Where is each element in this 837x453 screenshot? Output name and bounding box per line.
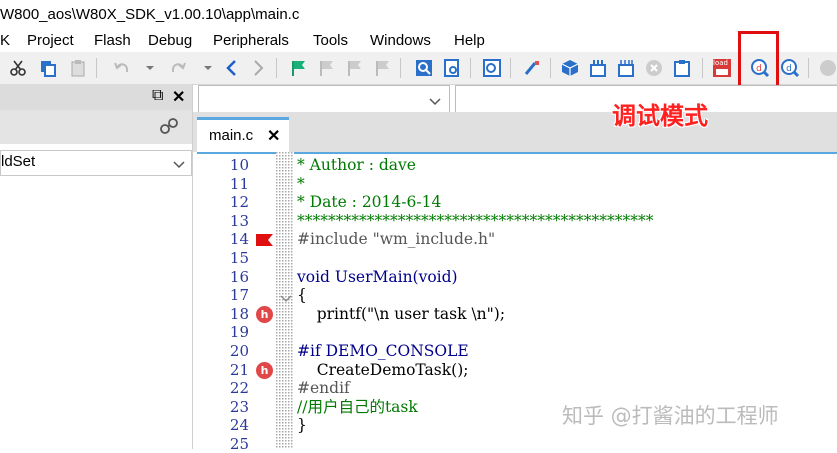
copy-icon[interactable] <box>38 58 58 78</box>
edit-wand-icon[interactable] <box>522 58 542 78</box>
toolbar-extra-icon[interactable] <box>818 58 837 78</box>
line-number: 19 <box>229 323 249 342</box>
breakpoint-icon[interactable]: h <box>256 306 273 323</box>
build-target-icon[interactable] <box>560 58 580 78</box>
menu-item-tools[interactable]: Tools <box>313 32 348 49</box>
bookmark-clear-icon[interactable] <box>372 58 392 78</box>
bookmark-flag-icon[interactable] <box>255 233 275 252</box>
bookmark-icon[interactable] <box>288 58 308 78</box>
incremental-find-icon[interactable] <box>482 58 502 78</box>
toolbar-separator <box>808 58 809 78</box>
code-line: { <box>297 286 307 305</box>
project-panel: ⧉ ✕ ldSet <box>0 84 193 449</box>
code-line: * <box>297 174 305 193</box>
redo-icon[interactable] <box>168 58 188 78</box>
svg-text:d: d <box>786 64 792 74</box>
line-number: 22 <box>229 379 249 398</box>
toolbar-separator <box>702 58 703 78</box>
menu-item-debug[interactable]: Debug <box>148 32 192 49</box>
line-number: 12 <box>229 193 249 212</box>
code-line: void UserMain(void) <box>297 267 458 286</box>
toolbar-separator <box>510 58 511 78</box>
project-panel-header: ⧉ ✕ <box>0 84 192 110</box>
line-number: 21 <box>229 360 249 379</box>
code-line: CreateDemoTask(); <box>297 360 469 379</box>
find-in-files-icon[interactable] <box>442 58 462 78</box>
menu-bar: K Project Flash Debug Peripherals Tools … <box>0 30 837 52</box>
cut-icon[interactable] <box>8 58 28 78</box>
menu-item-help[interactable]: Help <box>454 32 485 49</box>
close-icon[interactable]: ✕ <box>267 126 280 146</box>
scope-combo[interactable] <box>198 85 450 114</box>
close-icon[interactable]: ✕ <box>172 87 185 107</box>
toolbar-separator <box>96 58 97 78</box>
toolbar-separator <box>276 58 277 78</box>
line-number: 25 <box>229 435 249 453</box>
nav-forward-icon[interactable] <box>248 58 268 78</box>
paste-icon[interactable] <box>68 58 88 78</box>
chevron-down-icon[interactable] <box>140 58 160 78</box>
code-line: #endif <box>297 379 350 398</box>
menu-item-flash[interactable]: Flash <box>94 32 131 49</box>
line-number: 20 <box>229 342 249 360</box>
line-number: 23 <box>229 397 249 416</box>
tab-main-c[interactable]: main.c ✕ <box>197 117 289 152</box>
bookmark-prev-icon[interactable] <box>316 58 336 78</box>
breakpoint-icon[interactable]: h <box>256 362 273 379</box>
chevron-down-icon <box>429 94 441 112</box>
watermark: 知乎 @打酱油的工程师 <box>562 404 779 428</box>
fold-toggle-icon[interactable] <box>280 291 292 309</box>
code-line: * Author : dave <box>297 156 416 174</box>
code-line: //用户自己的task <box>297 397 418 416</box>
editor-tab-strip <box>193 112 837 152</box>
window-title: W800_aos\W80X_SDK_v1.00.10\app\main.c <box>0 6 300 23</box>
code-line: ****************************************… <box>297 211 654 230</box>
menu-item-project[interactable]: Project <box>27 32 74 49</box>
code-line: } <box>297 416 307 435</box>
code-line: #include "wm_include.h" <box>297 230 496 249</box>
line-number: 17 <box>229 286 249 305</box>
batch-build-icon[interactable] <box>616 58 636 78</box>
line-number: 14 <box>229 230 249 249</box>
chevron-down-icon[interactable] <box>198 58 218 78</box>
debug-settings-icon[interactable]: d <box>780 58 800 78</box>
find-icon[interactable] <box>414 58 434 78</box>
toolbar-separator <box>550 58 551 78</box>
line-number: 24 <box>229 416 249 435</box>
chevron-down-icon <box>173 157 185 174</box>
nav-back-icon[interactable] <box>222 58 242 78</box>
line-number: 13 <box>229 211 249 230</box>
menu-item-k[interactable]: K <box>0 32 10 49</box>
menu-item-peripherals[interactable]: Peripherals <box>213 32 289 49</box>
line-number: 10 <box>229 156 249 174</box>
code-line: printf("\n user task \n"); <box>297 304 506 323</box>
float-window-icon[interactable]: ⧉ <box>152 87 163 105</box>
rebuild-icon[interactable] <box>588 58 608 78</box>
project-panel-toolbar <box>0 110 192 144</box>
translate-icon[interactable] <box>672 58 692 78</box>
stop-build-icon[interactable] <box>644 58 664 78</box>
line-number: 15 <box>229 249 249 267</box>
line-number: 18 <box>229 304 249 323</box>
code-line: * Date : 2014-6-14 <box>297 193 442 212</box>
toolbar-separator <box>470 58 471 78</box>
toolbar-separator <box>400 58 401 78</box>
load-label: load <box>713 59 728 67</box>
title-bar: W800_aos\W80X_SDK_v1.00.10\app\main.c <box>0 0 837 30</box>
code-line: #if DEMO_CONSOLE <box>297 342 469 360</box>
bookmark-next-icon[interactable] <box>344 58 364 78</box>
settings-link-icon[interactable] <box>158 116 180 141</box>
target-select[interactable]: ldSet <box>0 150 192 176</box>
target-select-value: ldSet <box>1 153 36 170</box>
tab-label: main.c <box>209 127 254 144</box>
line-number: 11 <box>229 174 249 193</box>
line-number: 16 <box>229 267 249 286</box>
menu-item-windows[interactable]: Windows <box>370 32 431 49</box>
load-icon[interactable]: load <box>712 58 732 78</box>
undo-icon[interactable] <box>112 58 132 78</box>
annotation-label: 调试模式 <box>612 102 708 130</box>
toolbar: load d d <box>0 52 837 85</box>
